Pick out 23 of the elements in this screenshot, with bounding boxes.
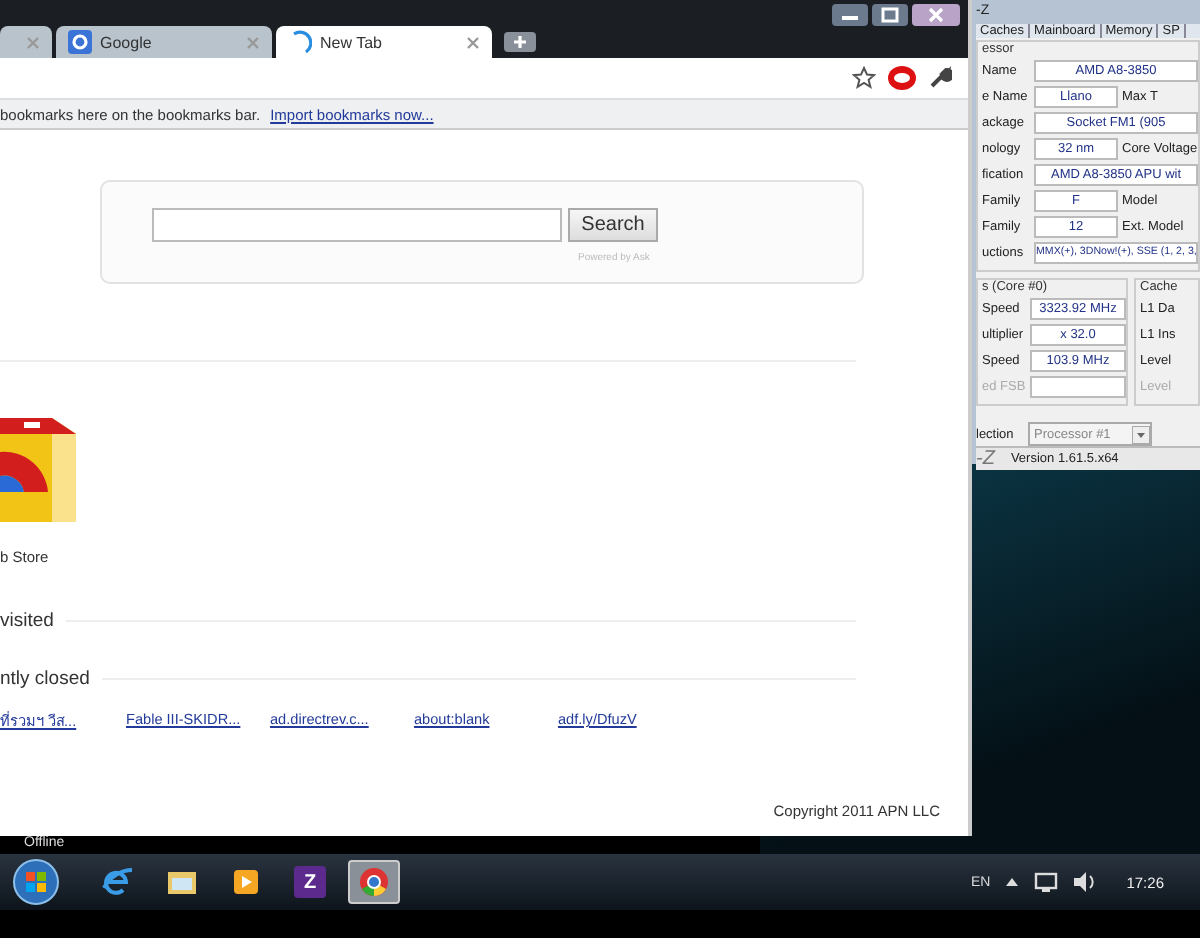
tab-title: New Tab [320,33,384,51]
close-icon[interactable] [466,35,480,49]
minimize-button[interactable] [832,4,868,26]
tab-title: Google [100,33,154,51]
loading-spinner-icon [288,30,312,54]
browser-tab[interactable]: Google [56,26,272,58]
taskbar-button[interactable]: Z [284,860,336,904]
up-arrow-icon[interactable] [1004,874,1021,890]
close-button[interactable] [912,4,960,26]
search-button[interactable]: Search [568,208,658,242]
start-button[interactable] [12,858,60,906]
value-field [1030,376,1126,398]
section-heading[interactable]: visited [0,609,54,631]
browser-tab[interactable]: New Tab [276,26,492,58]
cpuz-logo-text: -Z [976,448,995,470]
maximize-button[interactable] [872,4,908,26]
chrome-icon [354,862,394,902]
star-icon[interactable] [852,66,876,90]
new-tab-button[interactable] [504,32,536,52]
search-field[interactable] [152,208,562,242]
speaker-icon[interactable] [1072,870,1097,894]
section-heading[interactable]: ntly closed [0,667,90,689]
cpuz-icon [290,862,330,902]
